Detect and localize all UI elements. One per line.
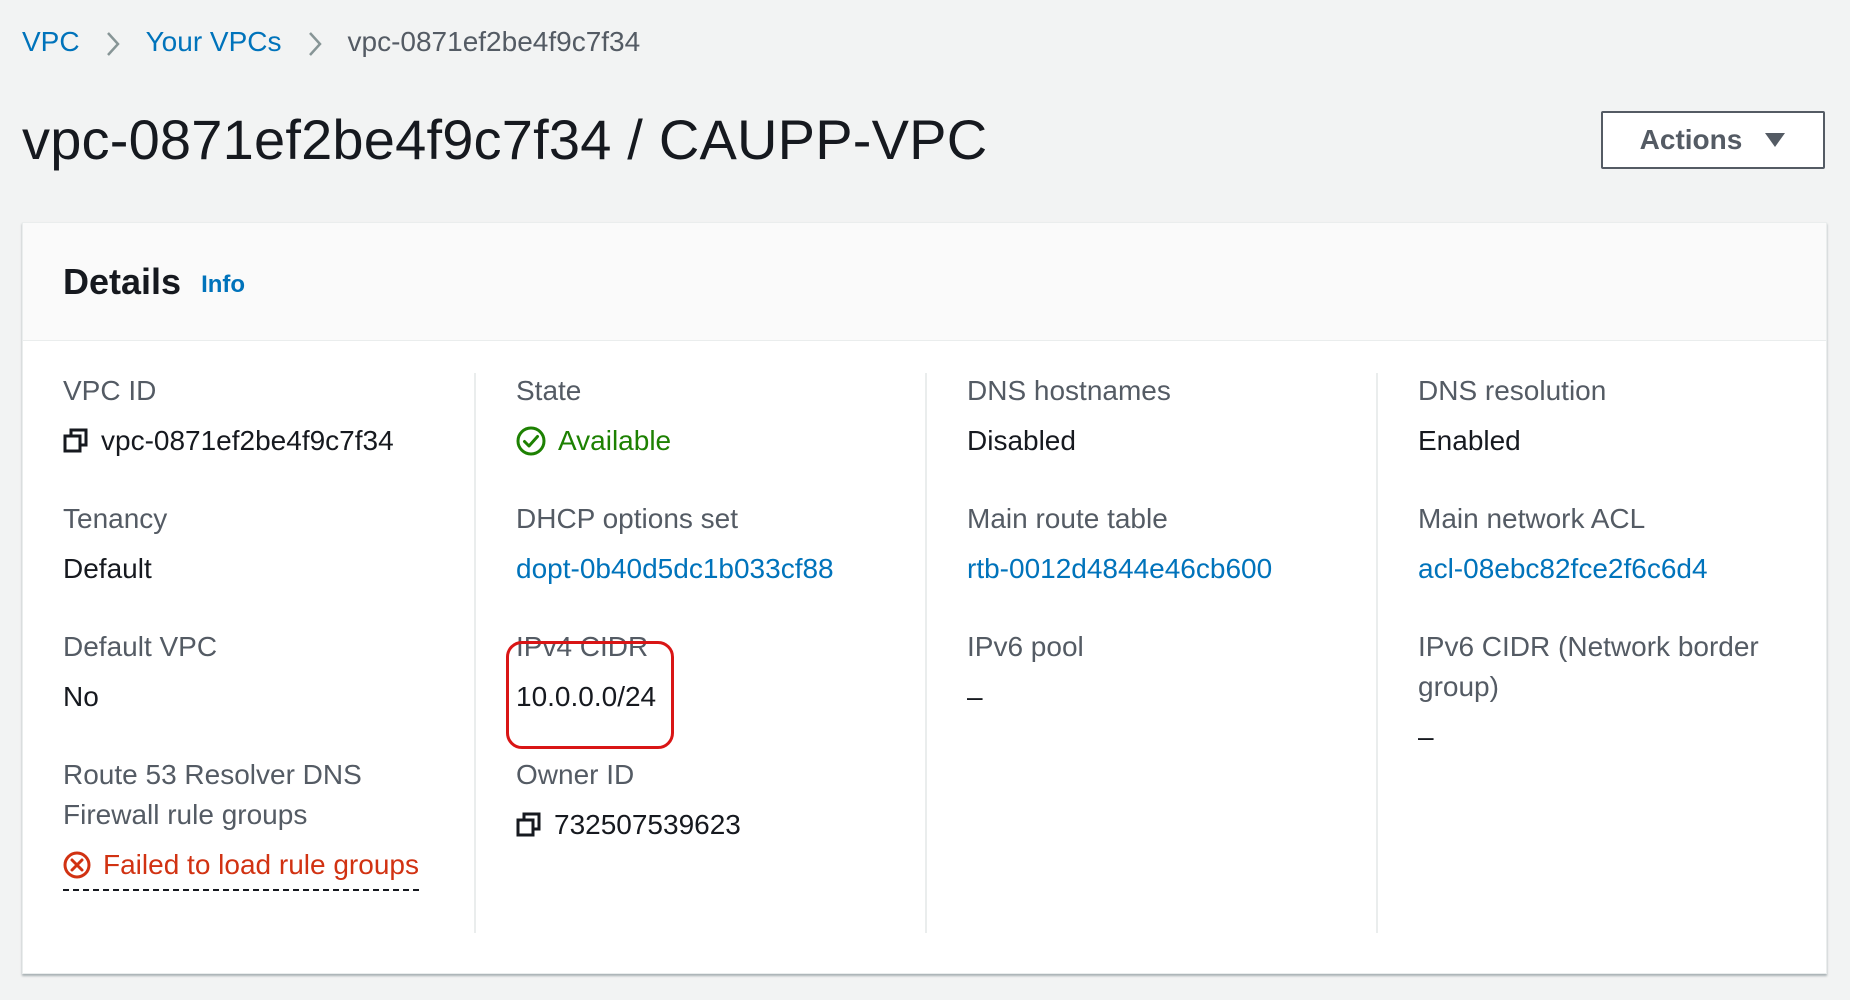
state-field: State Available (516, 371, 936, 461)
ipv4-cidr-highlight (506, 641, 674, 749)
dns-resolution-field: DNS resolution Enabled (1418, 371, 1838, 461)
tenancy-label: Tenancy (63, 503, 168, 534)
dns-hostnames-field: DNS hostnames Disabled (967, 371, 1387, 461)
route53-value-row: Failed to load rule groups (63, 845, 483, 891)
dns-hostnames-value: Disabled (967, 425, 1076, 456)
route53-value: Failed to load rule groups (103, 849, 419, 880)
main-network-acl-link[interactable]: acl-08ebc82fce2f6c6d4 (1418, 549, 1838, 589)
default-vpc-field: Default VPC No (63, 627, 483, 717)
details-column-1: VPC ID vpc-0871ef2be4f9c7f34 Tenancy Def… (63, 371, 513, 931)
failed-rule-groups-link[interactable]: Failed to load rule groups (63, 845, 419, 891)
ipv6-pool-field: IPv6 pool – (967, 627, 1387, 717)
ipv6-cidr-field: IPv6 CIDR (Network border group) – (1418, 627, 1838, 757)
tenancy-value: Default (63, 553, 152, 584)
state-label: State (516, 375, 582, 406)
error-icon (63, 851, 91, 879)
route53-label-line1: Route 53 Resolver DNS (63, 759, 362, 790)
state-value-row: Available (516, 421, 936, 461)
vpc-id-value: vpc-0871ef2be4f9c7f34 (101, 425, 394, 456)
chevron-right-icon (282, 26, 348, 58)
breadcrumb: VPC Your VPCs vpc-0871ef2be4f9c7f34 (22, 22, 640, 62)
dhcp-options-label: DHCP options set (516, 503, 739, 534)
owner-id-field: Owner ID 732507539623 (516, 755, 936, 845)
details-column-3: DNS hostnames Disabled Main route table … (967, 371, 1417, 931)
info-link[interactable]: Info (201, 271, 245, 299)
dns-resolution-value: Enabled (1418, 425, 1521, 456)
vpc-id-value-row: vpc-0871ef2be4f9c7f34 (63, 421, 483, 461)
dns-hostnames-label: DNS hostnames (967, 375, 1171, 406)
copy-icon[interactable] (63, 428, 89, 454)
details-panel-header: Details Info (23, 223, 1826, 341)
ipv6-pool-label: IPv6 pool (967, 631, 1084, 662)
copy-icon[interactable] (516, 812, 542, 838)
actions-button[interactable]: Actions (1601, 111, 1825, 169)
main-route-table-field: Main route table rtb-0012d4844e46cb600 (967, 499, 1387, 589)
route53-field: Route 53 Resolver DNS Firewall rule grou… (63, 755, 483, 891)
vpc-id-label: VPC ID (63, 375, 157, 406)
breadcrumb-your-vpcs-link[interactable]: Your VPCs (146, 26, 282, 58)
main-route-table-link[interactable]: rtb-0012d4844e46cb600 (967, 549, 1387, 589)
tenancy-field: Tenancy Default (63, 499, 483, 589)
breadcrumb-vpc-link[interactable]: VPC (22, 26, 80, 58)
route53-label-line2: Firewall rule groups (63, 799, 308, 830)
breadcrumb-current: vpc-0871ef2be4f9c7f34 (347, 26, 641, 57)
ipv6-cidr-label-line1: IPv6 CIDR (Network border (1418, 631, 1759, 662)
chevron-right-icon (80, 26, 146, 58)
details-panel: Details Info VPC ID vpc-0871ef2be4f9c7f3… (22, 222, 1827, 974)
vpc-id-field: VPC ID vpc-0871ef2be4f9c7f34 (63, 371, 483, 461)
main-network-acl-field: Main network ACL acl-08ebc82fce2f6c6d4 (1418, 499, 1838, 589)
ipv6-cidr-label-line2: group) (1418, 671, 1499, 702)
dhcp-options-link[interactable]: dopt-0b40d5dc1b033cf88 (516, 549, 936, 589)
default-vpc-value: No (63, 681, 99, 712)
details-column-4: DNS resolution Enabled Main network ACL … (1418, 371, 1850, 931)
ipv6-cidr-value: – (1418, 721, 1434, 752)
owner-id-label: Owner ID (516, 759, 635, 790)
page-title: vpc-0871ef2be4f9c7f34 / CAUPP-VPC (22, 108, 988, 171)
check-circle-icon (516, 426, 546, 456)
owner-id-value: 732507539623 (554, 809, 741, 840)
caret-down-icon (1764, 131, 1786, 149)
dhcp-options-field: DHCP options set dopt-0b40d5dc1b033cf88 (516, 499, 936, 589)
dns-resolution-label: DNS resolution (1418, 375, 1607, 406)
default-vpc-label: Default VPC (63, 631, 218, 662)
actions-button-label: Actions (1639, 124, 1743, 155)
ipv6-pool-value: – (967, 681, 983, 712)
owner-id-value-row: 732507539623 (516, 805, 936, 845)
state-value: Available (558, 425, 672, 456)
main-network-acl-label: Main network ACL (1418, 503, 1646, 534)
details-title: Details (63, 260, 182, 302)
main-route-table-label: Main route table (967, 503, 1168, 534)
details-body: VPC ID vpc-0871ef2be4f9c7f34 Tenancy Def… (23, 341, 1826, 974)
